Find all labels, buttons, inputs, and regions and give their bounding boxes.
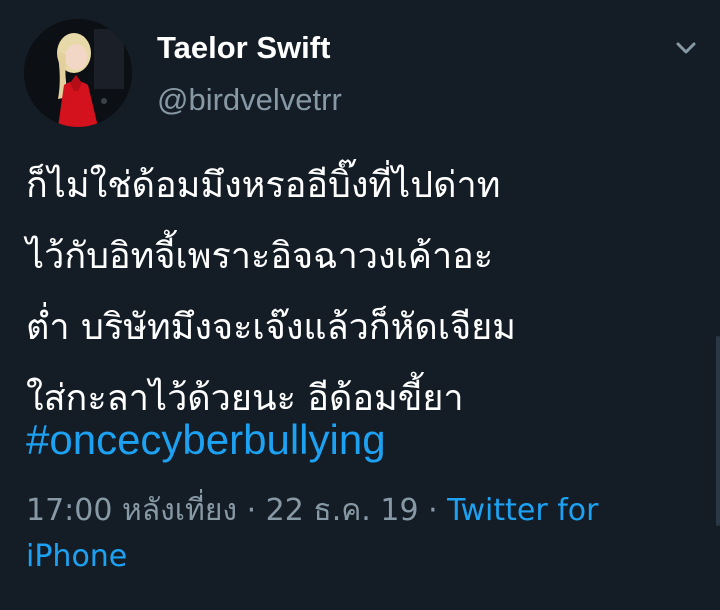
display-name[interactable]: Taelor Swift (157, 26, 330, 70)
avatar[interactable] (24, 19, 132, 127)
hashtag-link[interactable]: #oncecyberbullying (26, 410, 386, 470)
tweet-meta: 17:00 หลังเที่ยง · 22 ธ.ค. 19 · Twitter … (26, 488, 696, 580)
user-handle[interactable]: @birdvelvetrr (157, 78, 342, 122)
tweet-text: ก็ไม่ใช่ด้อมมึงหรออีบิ๊งที่ไปด่าท ไว้กับ… (26, 165, 517, 419)
avatar-image (24, 19, 132, 127)
tweet-time: 17:00 หลังเที่ยง (26, 493, 238, 528)
chevron-down-icon[interactable] (668, 34, 704, 62)
scrollbar[interactable] (716, 336, 720, 526)
tweet-date: 22 ธ.ค. 19 (265, 493, 419, 528)
meta-separator: · (237, 493, 266, 528)
tweet-detail: Taelor Swift @birdvelvetrr ก็ไม่ใช่ด้อมม… (0, 0, 720, 610)
meta-separator: · (418, 493, 448, 528)
